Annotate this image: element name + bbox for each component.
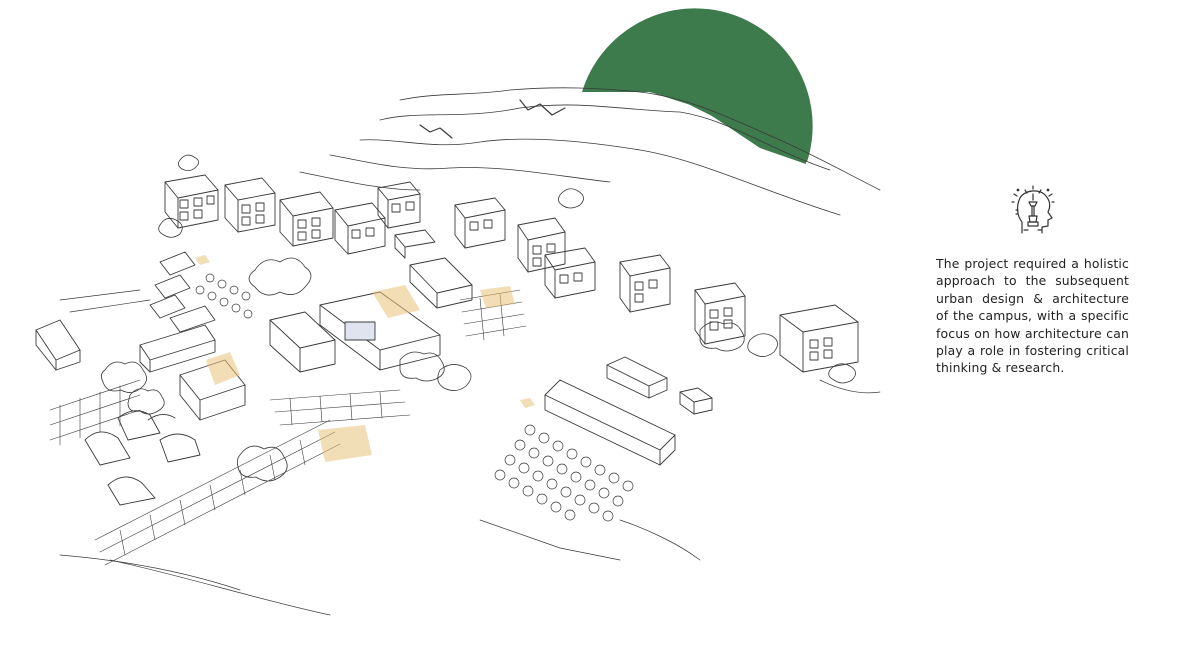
greenhouses xyxy=(84,410,201,506)
presentation-slide: The project required a holistic approach… xyxy=(0,0,1200,671)
residential-blocks xyxy=(164,174,859,373)
pergola-grids xyxy=(49,289,527,566)
terrain-lines xyxy=(59,289,881,616)
campus-buildings xyxy=(35,229,713,466)
tree-canopies xyxy=(101,154,856,482)
head-with-idea-icon xyxy=(1002,180,1062,240)
project-description: The project required a holistic approach… xyxy=(936,256,1129,376)
mountain-ridge xyxy=(299,87,881,216)
